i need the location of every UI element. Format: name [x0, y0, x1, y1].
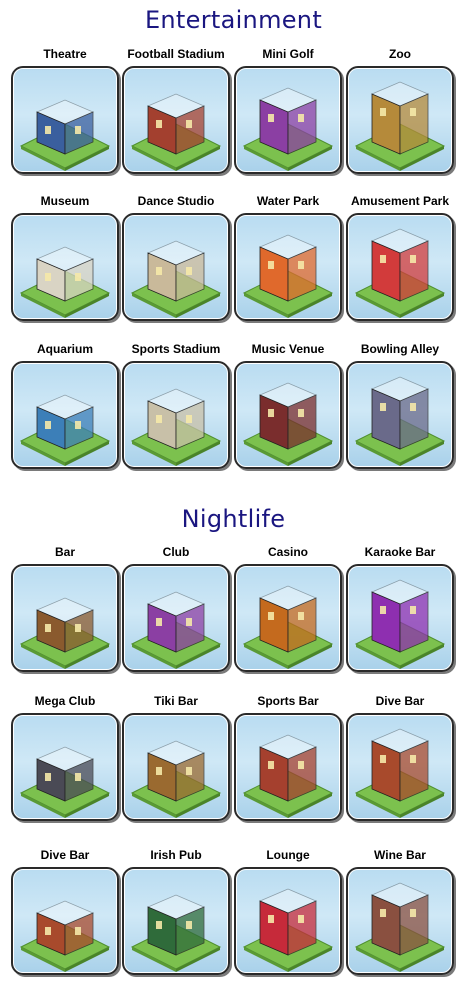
building-tile-casino[interactable]: Casino [234, 544, 342, 672]
building-label: Music Venue [251, 342, 325, 356]
building-card[interactable] [234, 867, 342, 975]
building-tile-mini-golf[interactable]: Mini Golf [234, 46, 342, 174]
building-label: Mega Club [34, 694, 96, 708]
building-card[interactable] [11, 213, 119, 321]
building-card[interactable] [346, 713, 454, 821]
building-tile-dance-studio[interactable]: Dance Studio [122, 193, 230, 321]
mega-club-icon [19, 746, 111, 818]
building-label: Lounge [266, 848, 310, 862]
theatre-icon [19, 99, 111, 171]
building-label: Karaoke Bar [364, 545, 436, 559]
club-icon [130, 591, 222, 669]
building-label: Sports Stadium [131, 342, 221, 356]
building-label: Bowling Alley [360, 342, 440, 356]
building-tile-tiki-bar[interactable]: Tiki Bar [122, 693, 230, 821]
building-card[interactable] [122, 713, 230, 821]
building-label: Irish Pub [150, 848, 202, 862]
building-tile-karaoke-bar[interactable]: Karaoke Bar [346, 544, 454, 672]
karaoke-bar-icon [354, 579, 446, 669]
building-card[interactable] [122, 867, 230, 975]
building-tile-bar[interactable]: Bar [11, 544, 119, 672]
building-tile-dive-bar[interactable]: Dive Bar [346, 693, 454, 821]
wine-bar-icon [354, 882, 446, 972]
building-label: Club [162, 545, 190, 559]
building-tile-sports-bar[interactable]: Sports Bar [234, 693, 342, 821]
building-tile-aquarium[interactable]: Aquarium [11, 341, 119, 469]
building-card[interactable] [234, 361, 342, 469]
building-card[interactable] [11, 564, 119, 672]
building-card[interactable] [234, 66, 342, 174]
building-card[interactable] [11, 867, 119, 975]
building-tile-water-park[interactable]: Water Park [234, 193, 342, 321]
dive-bar-icon [354, 728, 446, 818]
building-tile-wine-bar[interactable]: Wine Bar [346, 847, 454, 975]
building-card[interactable] [234, 564, 342, 672]
building-card[interactable] [122, 213, 230, 321]
zoo-icon [354, 81, 446, 171]
irish-pub-icon [130, 894, 222, 972]
music-venue-icon [242, 382, 334, 466]
section-title-nightlife: Nightlife [181, 505, 286, 533]
aquarium-icon [19, 394, 111, 466]
building-tile-bowling-alley[interactable]: Bowling Alley [346, 341, 454, 469]
building-tile-zoo[interactable]: Zoo [346, 46, 454, 174]
building-card[interactable] [11, 361, 119, 469]
building-label: Zoo [389, 47, 411, 61]
building-tile-museum[interactable]: Museum [11, 193, 119, 321]
amusement-park-icon [354, 228, 446, 318]
building-label: Amusement Park [350, 194, 450, 208]
building-tile-football-stadium[interactable]: Football Stadium [122, 46, 230, 174]
building-label: Mini Golf [262, 47, 314, 61]
water-park-icon [242, 234, 334, 318]
building-card[interactable] [122, 564, 230, 672]
building-card[interactable] [346, 213, 454, 321]
building-card[interactable] [122, 361, 230, 469]
building-card[interactable] [11, 713, 119, 821]
building-card[interactable] [346, 66, 454, 174]
bar-icon [19, 597, 111, 669]
football-stadium-icon [130, 93, 222, 171]
tiki-bar-icon [130, 740, 222, 818]
building-label: Dance Studio [137, 194, 215, 208]
building-tile-sports-stadium[interactable]: Sports Stadium [122, 341, 230, 469]
building-tile-mega-club[interactable]: Mega Club [11, 693, 119, 821]
building-card[interactable] [11, 66, 119, 174]
building-label: Wine Bar [374, 848, 426, 862]
building-card[interactable] [234, 213, 342, 321]
building-label: Football Stadium [127, 47, 225, 61]
building-label: Theatre [43, 47, 87, 61]
building-tile-amusement-park[interactable]: Amusement Park [346, 193, 454, 321]
building-card[interactable] [122, 66, 230, 174]
building-card[interactable] [346, 867, 454, 975]
building-label: Sports Bar [257, 694, 319, 708]
building-card[interactable] [346, 564, 454, 672]
dance-studio-icon [130, 240, 222, 318]
building-label: Aquarium [36, 342, 93, 356]
building-tile-music-venue[interactable]: Music Venue [234, 341, 342, 469]
building-label: Water Park [256, 194, 320, 208]
casino-icon [242, 585, 334, 669]
building-tile-club[interactable]: Club [122, 544, 230, 672]
bowling-alley-icon [354, 376, 446, 466]
building-label: Bar [54, 545, 75, 559]
building-card[interactable] [234, 713, 342, 821]
building-label: Museum [40, 194, 90, 208]
building-tile-theatre[interactable]: Theatre [11, 46, 119, 174]
building-tile-irish-pub[interactable]: Irish Pub [122, 847, 230, 975]
building-label: Casino [267, 545, 308, 559]
museum-icon [19, 246, 111, 318]
mini-golf-icon [242, 87, 334, 171]
building-tile-lounge[interactable]: Lounge [234, 847, 342, 975]
building-card[interactable] [346, 361, 454, 469]
building-label: Tiki Bar [154, 694, 198, 708]
lounge-icon [242, 888, 334, 972]
dive-bar-icon [19, 900, 111, 972]
sports-bar-icon [242, 734, 334, 818]
building-label: Dive Bar [375, 694, 425, 708]
section-title-entertainment: Entertainment [144, 6, 323, 34]
building-label: Dive Bar [40, 848, 90, 862]
sports-stadium-icon [130, 388, 222, 466]
building-tile-dive-bar[interactable]: Dive Bar [11, 847, 119, 975]
